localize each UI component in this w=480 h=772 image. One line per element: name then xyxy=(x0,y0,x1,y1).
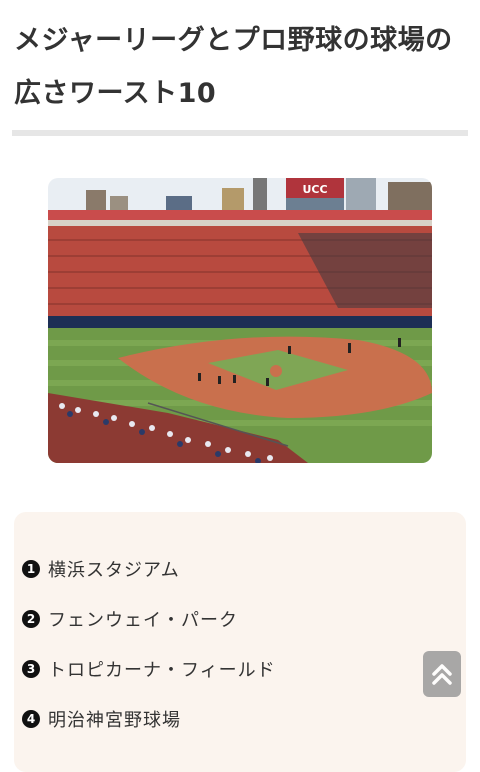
stadium-photo: UCC xyxy=(48,178,432,463)
scroll-to-top-button[interactable] xyxy=(423,651,461,697)
title-divider xyxy=(12,130,468,136)
list-item[interactable]: 2 フェンウェイ・パーク xyxy=(22,604,238,634)
rank-badge: 4 xyxy=(22,710,40,728)
stadium-sign: UCC xyxy=(302,183,327,196)
rank-badge: 2 xyxy=(22,610,40,628)
list-item[interactable]: 4 明治神宮野球場 xyxy=(22,704,181,734)
ranking-list: 1 横浜スタジアム 2 フェンウェイ・パーク 3 トロピカーナ・フィールド 4 … xyxy=(14,512,466,772)
stadium-name: 明治神宮野球場 xyxy=(48,710,181,731)
stadium-name: 横浜スタジアム xyxy=(48,560,180,581)
double-chevron-up-icon xyxy=(432,664,452,685)
stadium-name: トロピカーナ・フィールド xyxy=(48,660,276,681)
page-title: メジャーリーグとプロ野球の球場の広さワースト10 xyxy=(14,25,453,109)
stadium-name: フェンウェイ・パーク xyxy=(48,610,238,631)
list-item[interactable]: 3 トロピカーナ・フィールド xyxy=(22,654,276,684)
rank-badge: 1 xyxy=(22,560,40,578)
list-item[interactable]: 1 横浜スタジアム xyxy=(22,554,180,584)
rank-badge: 3 xyxy=(22,660,40,678)
